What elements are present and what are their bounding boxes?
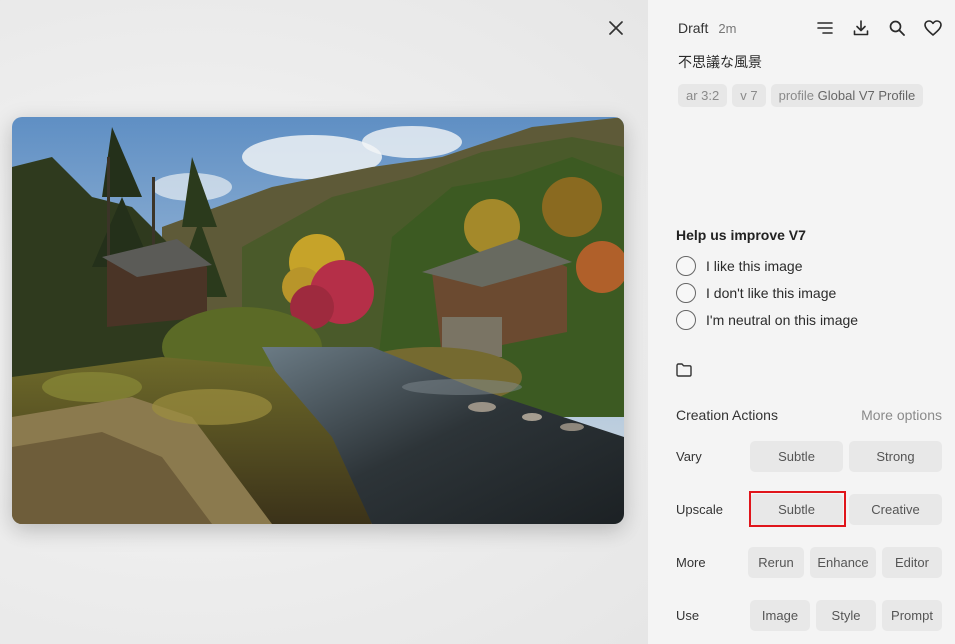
row-label-vary: Vary — [676, 448, 702, 464]
folder-icon — [676, 363, 692, 377]
like-button[interactable] — [923, 18, 943, 38]
creation-actions-title: Creation Actions — [676, 407, 778, 423]
prompt-text[interactable]: 不思議な風景 — [678, 52, 762, 72]
tag-profile[interactable]: profile Global V7 Profile — [770, 84, 924, 107]
feedback-option-dislike[interactable]: I don't like this image — [676, 279, 858, 306]
editor-button[interactable]: Editor — [882, 546, 942, 578]
generated-image[interactable] — [12, 117, 624, 524]
feedback-option-like[interactable]: I like this image — [676, 252, 858, 279]
download-icon — [853, 20, 869, 36]
row-label-more: More — [676, 554, 706, 570]
age-label: 2m — [718, 20, 737, 36]
feedback-option-neutral[interactable]: I'm neutral on this image — [676, 306, 858, 333]
tag-profile-value: Global V7 Profile — [817, 88, 916, 103]
heart-icon — [924, 20, 942, 36]
radio-button[interactable] — [676, 282, 696, 303]
use-prompt-button[interactable]: Prompt — [882, 599, 942, 631]
action-row-use: Use Image Style Prompt — [676, 599, 942, 631]
radio-button[interactable] — [676, 255, 696, 276]
folder-button[interactable] — [676, 363, 694, 379]
vary-subtle-button[interactable]: Subtle — [750, 440, 843, 472]
panel-header: Draft 2m — [678, 16, 943, 40]
close-button[interactable] — [603, 15, 629, 41]
upscale-creative-button[interactable]: Creative — [849, 493, 942, 525]
radio-button[interactable] — [676, 309, 696, 330]
menu-button[interactable] — [815, 18, 835, 38]
action-row-upscale: Upscale Subtle Creative — [676, 493, 942, 525]
download-button[interactable] — [851, 18, 871, 38]
tag-aspect-ratio[interactable]: ar 3:2 — [678, 84, 728, 107]
vary-strong-button[interactable]: Strong — [849, 440, 942, 472]
menu-icon — [817, 22, 833, 34]
parameter-tags: ar 3:2 v 7 profile Global V7 Profile — [678, 84, 924, 107]
more-options-link[interactable]: More options — [861, 407, 942, 423]
row-label-upscale: Upscale — [676, 501, 723, 517]
action-row-vary: Vary Subtle Strong — [676, 440, 942, 472]
feedback-title: Help us improve V7 — [676, 227, 806, 243]
action-row-more: More Rerun Enhance Editor — [676, 546, 942, 578]
header-actions — [815, 18, 943, 38]
enhance-button[interactable]: Enhance — [810, 546, 876, 578]
use-style-button[interactable]: Style — [816, 599, 876, 631]
feedback-option-label: I'm neutral on this image — [706, 311, 859, 328]
feedback-option-label: I don't like this image — [706, 284, 837, 301]
tag-profile-prefix: profile — [778, 88, 815, 103]
feedback-option-label: I like this image — [706, 257, 803, 274]
status-label: Draft — [678, 20, 709, 36]
use-image-button[interactable]: Image — [750, 599, 810, 631]
details-panel: Draft 2m 不思議な風景 ar 3:2 v 7 profile Globa… — [648, 0, 955, 644]
close-icon — [609, 21, 623, 35]
tag-version[interactable]: v 7 — [732, 84, 766, 107]
search-button[interactable] — [887, 18, 907, 38]
feedback-options: I like this image I don't like this imag… — [676, 252, 858, 333]
landscape-image — [12, 117, 624, 524]
search-icon — [889, 20, 905, 36]
rerun-button[interactable]: Rerun — [748, 546, 804, 578]
row-label-use: Use — [676, 607, 700, 623]
upscale-subtle-button[interactable]: Subtle — [750, 493, 843, 525]
image-viewer — [0, 0, 648, 644]
